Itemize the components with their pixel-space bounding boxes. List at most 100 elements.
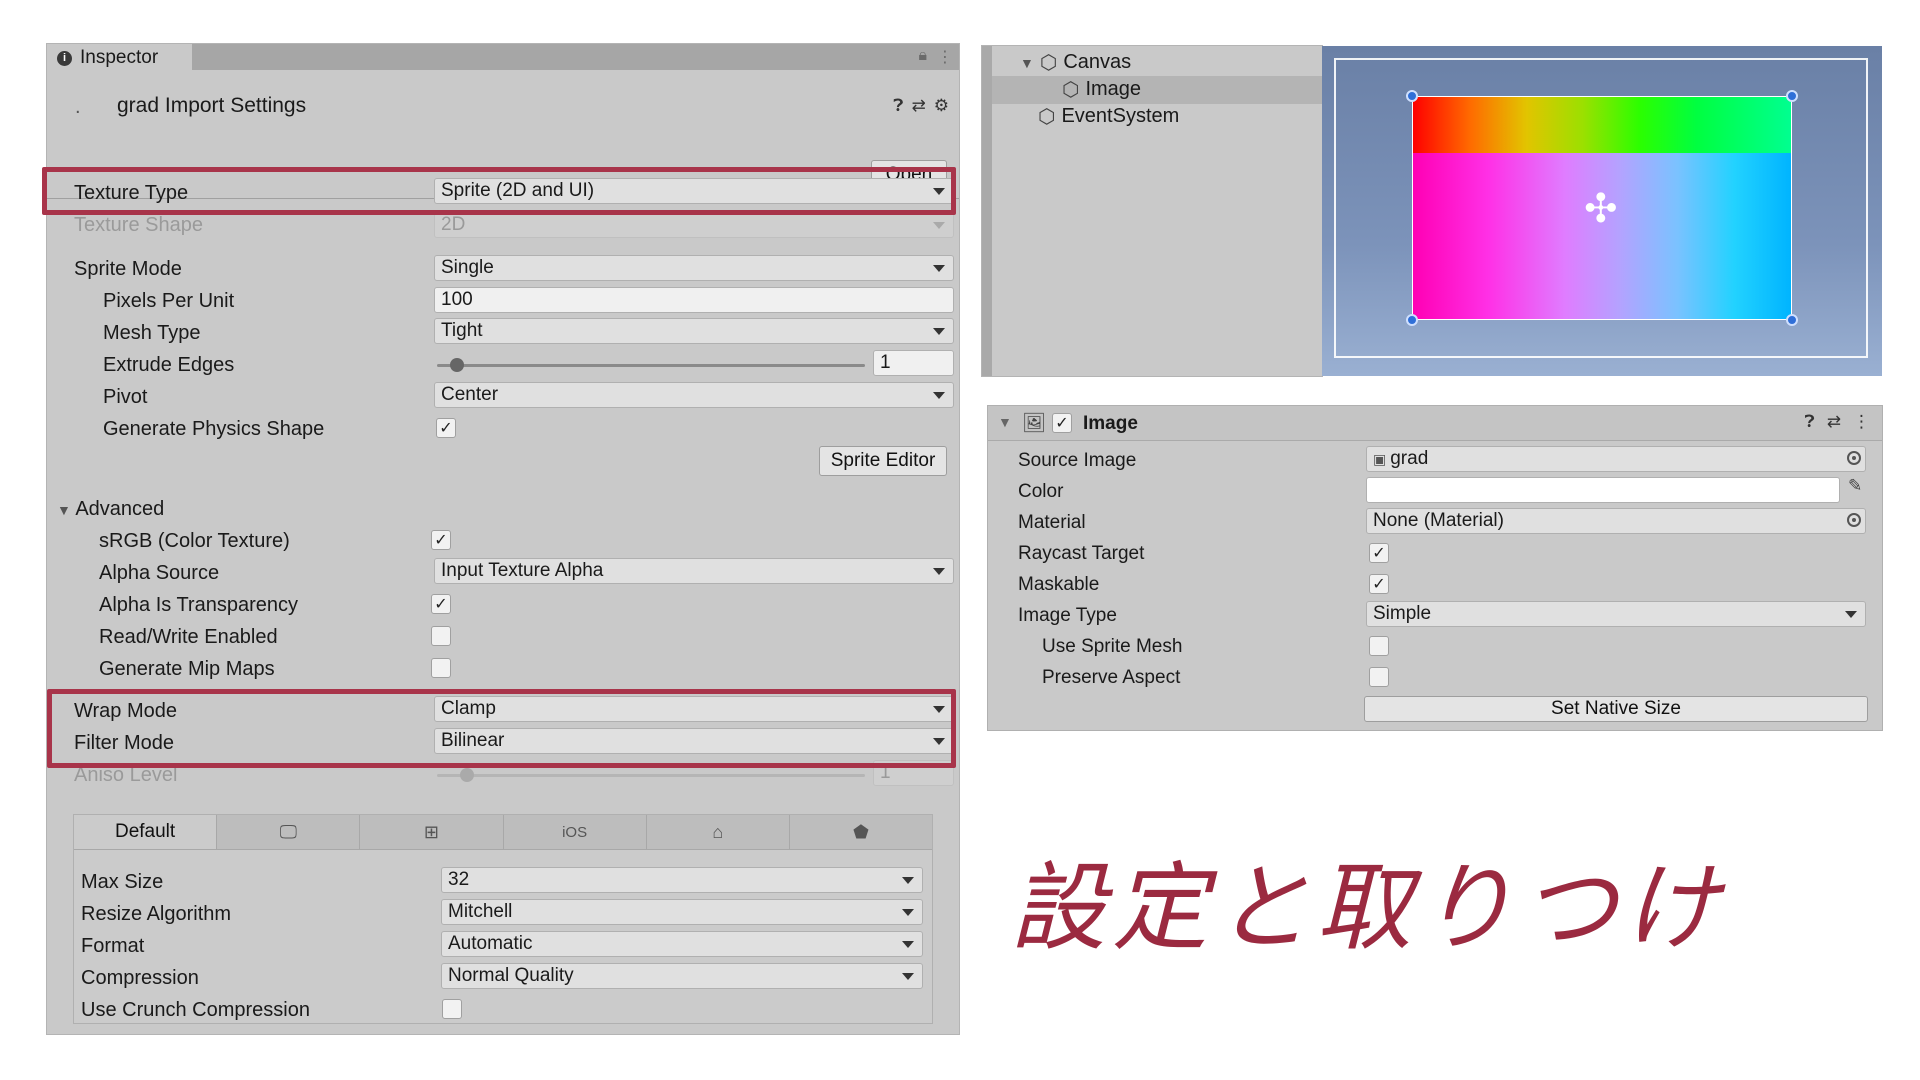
sprite-editor-button[interactable]: Sprite Editor (819, 446, 947, 476)
image-type-dropdown[interactable]: Simple (1366, 601, 1866, 627)
alpha-transparency-checkbox[interactable]: ✓ (431, 594, 451, 614)
kebab-menu-icon[interactable]: ⋮ (937, 47, 953, 67)
compression-value: Normal Quality (448, 965, 574, 986)
preset-icon[interactable]: ⇄ (912, 96, 926, 116)
tab-windows[interactable]: ⊞ (360, 815, 504, 849)
raycast-checkbox[interactable]: ✓ (1369, 543, 1389, 563)
compression-dropdown[interactable]: Normal Quality (441, 963, 923, 989)
crunch-label: Use Crunch Compression (81, 999, 310, 1021)
highlight-wrap-filter (47, 689, 956, 768)
pivot-dropdown[interactable]: Center (434, 382, 954, 408)
tab-inspector[interactable]: i Inspector (47, 44, 192, 72)
tab-default[interactable]: Default (74, 815, 218, 849)
mipmaps-checkbox[interactable] (431, 658, 451, 678)
crunch-checkbox[interactable] (442, 999, 462, 1019)
format-dropdown[interactable]: Automatic (441, 931, 923, 957)
rect-handle[interactable] (1406, 314, 1418, 326)
chevron-down-icon (933, 568, 945, 575)
ppu-label: Pixels Per Unit (103, 290, 235, 312)
windows-icon: ⊞ (423, 821, 439, 842)
resize-value: Mitchell (448, 901, 513, 922)
hierarchy-item-label: EventSystem (1061, 105, 1180, 127)
help-icon[interactable]: ❓︎ (893, 96, 903, 116)
rect-handle[interactable] (1786, 90, 1798, 102)
preset-icon[interactable]: ⇄ (1827, 412, 1841, 432)
pivot-icon[interactable]: ✣ (1584, 186, 1618, 232)
use-sprite-mesh-checkbox[interactable] (1369, 636, 1389, 656)
gameobject-icon: ⬡ (1038, 106, 1056, 128)
lock-icon[interactable]: 🔒︎ (918, 47, 927, 67)
chevron-down-icon (902, 941, 914, 948)
hierarchy-item-eventsystem[interactable]: ⬡ EventSystem (1038, 104, 1179, 129)
alpha-source-dropdown[interactable]: Input Texture Alpha (434, 558, 954, 584)
ppu-input[interactable]: 100 (434, 287, 954, 313)
tab-android[interactable]: ⌂ (647, 815, 790, 849)
chevron-down-icon[interactable]: ▼ (998, 414, 1012, 430)
max-size-dropdown[interactable]: 32 (441, 867, 923, 893)
object-picker-icon[interactable] (1847, 451, 1861, 465)
chevron-down-icon: ▼ (57, 502, 71, 518)
chevron-down-icon (933, 328, 945, 335)
hierarchy-selection (992, 76, 1322, 104)
texture-shape-value: 2D (441, 214, 466, 235)
help-icon[interactable]: ❓︎ (1805, 412, 1815, 432)
mesh-type-value: Tight (441, 320, 483, 341)
header-icons: ❓︎ ⇄ ⚙︎ (893, 96, 949, 116)
texture-shape-label: Texture Shape (74, 214, 203, 236)
max-size-value: 32 (448, 869, 470, 890)
tab-ios[interactable]: iOS (504, 815, 647, 849)
chevron-down-icon (933, 265, 945, 272)
extrude-slider-track[interactable] (437, 364, 865, 367)
extrude-slider-knob[interactable] (450, 358, 464, 372)
sprite-mode-value: Single (441, 257, 494, 278)
format-label: Format (81, 935, 145, 957)
rect-handle[interactable] (1786, 314, 1798, 326)
sprite-mode-dropdown[interactable]: Single (434, 255, 954, 281)
object-picker-icon[interactable] (1847, 513, 1861, 527)
asset-title: grad Import Settings (117, 94, 307, 117)
compression-label: Compression (81, 967, 199, 989)
preserve-aspect-label: Preserve Aspect (1042, 667, 1181, 688)
chevron-down-icon: ▼ (1020, 54, 1034, 71)
set-native-size-button[interactable]: Set Native Size (1364, 696, 1868, 722)
mesh-type-dropdown[interactable]: Tight (434, 318, 954, 344)
chevron-down-icon (933, 222, 945, 229)
eyedropper-icon[interactable]: ✎ (1848, 476, 1862, 496)
hierarchy-panel: ▼ ⬡ Canvas ⬡ Image ⬡ EventSystem (982, 46, 1322, 376)
sprite-mode-label: Sprite Mode (74, 258, 182, 280)
maskable-checkbox[interactable]: ✓ (1369, 574, 1389, 594)
source-image-field[interactable]: ▣ grad (1366, 446, 1866, 472)
color-field[interactable] (1366, 477, 1840, 503)
srgb-checkbox[interactable]: ✓ (431, 530, 451, 550)
chevron-down-icon (902, 877, 914, 884)
scene-view[interactable]: ✣ (1322, 46, 1882, 376)
highlight-texture-type (42, 167, 956, 215)
gradient-lower (1413, 153, 1791, 319)
resize-dropdown[interactable]: Mitchell (441, 899, 923, 925)
component-header-icons: ❓︎ ⇄ ⋮ (1805, 412, 1870, 432)
source-image-value: grad (1390, 448, 1429, 469)
gear-icon[interactable]: ⚙︎ (934, 96, 949, 116)
hierarchy-item-label: Image (1085, 78, 1142, 100)
advanced-foldout[interactable]: ▼ Advanced (57, 498, 164, 521)
gameobject-icon: ⬡ (1062, 79, 1080, 101)
asset-preview: . (75, 96, 81, 118)
rw-label: Read/Write Enabled (99, 626, 278, 648)
rect-handle[interactable] (1406, 90, 1418, 102)
image-component: ▼ 🖼︎ ✓ Image ❓︎ ⇄ ⋮ Source Image ▣ grad … (988, 406, 1882, 730)
extrude-input[interactable]: 1 (873, 350, 954, 376)
chevron-down-icon (902, 973, 914, 980)
material-field[interactable]: None (Material) (1366, 508, 1866, 534)
preserve-aspect-checkbox[interactable] (1369, 667, 1389, 687)
resize-label: Resize Algorithm (81, 903, 232, 925)
chevron-down-icon (1845, 611, 1857, 618)
physics-checkbox[interactable]: ✓ (436, 418, 456, 438)
rw-checkbox[interactable] (431, 626, 451, 646)
tab-standalone[interactable]: 🖵︎ (217, 815, 361, 849)
srgb-label: sRGB (Color Texture) (99, 530, 290, 552)
kebab-menu-icon[interactable]: ⋮ (1853, 412, 1870, 432)
hierarchy-item-canvas[interactable]: ▼ ⬡ Canvas (1020, 50, 1131, 75)
tab-webgl[interactable]: ⬟ (790, 815, 932, 849)
component-enabled-checkbox[interactable]: ✓ (1052, 413, 1072, 433)
hierarchy-item-image[interactable]: ⬡ Image (1062, 77, 1141, 102)
